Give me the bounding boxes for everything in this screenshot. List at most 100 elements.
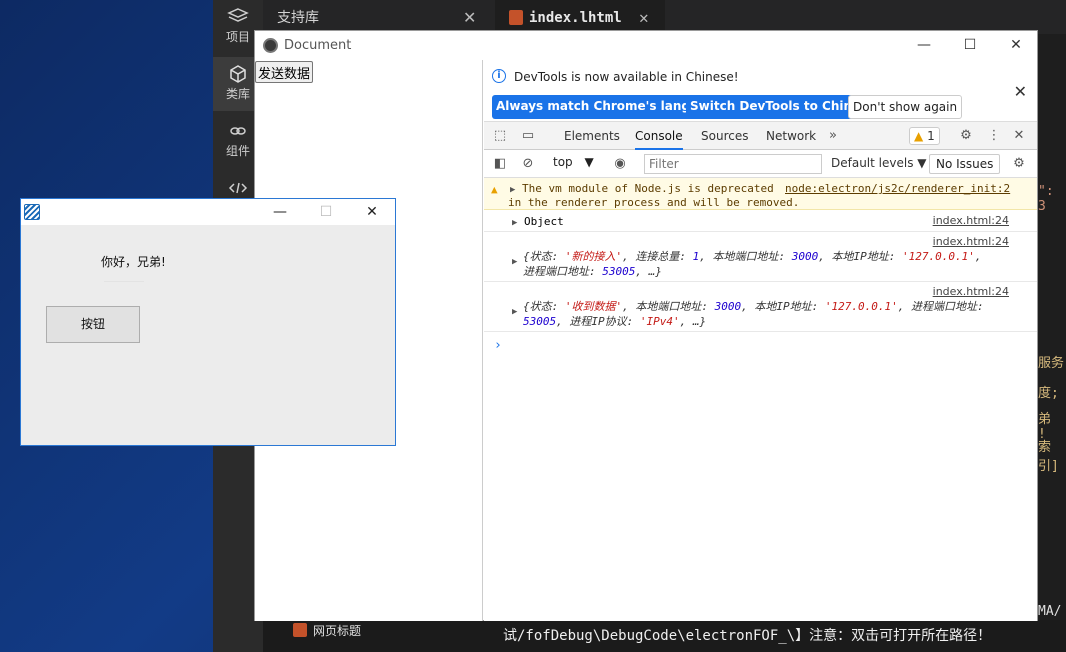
console-settings-icon[interactable]: ⚙ [1011, 156, 1027, 172]
tab-network[interactable]: Network [766, 122, 816, 150]
source-link[interactable]: index.html:24 [933, 214, 1009, 227]
warning-icon: ▲ [491, 183, 498, 196]
log-key: , 本地IP地址: [818, 250, 902, 263]
ide-tabbar: 支持库 ✕ index.lhtml ✕ [263, 0, 1066, 34]
log-key: , 本地端口地址: [699, 250, 792, 263]
close-button[interactable]: ✕ [349, 199, 395, 225]
log-key: , …} [679, 315, 707, 328]
log-string: '127.0.0.1' [902, 250, 975, 263]
minimize-button[interactable]: — [901, 31, 947, 60]
devtools-language-banner: i DevTools is now available in Chinese! … [484, 60, 1037, 122]
banner-text: DevTools is now available in Chinese! [514, 70, 739, 84]
device-toolbar-icon[interactable]: ▭ [520, 128, 536, 144]
log-key: {状态: [523, 250, 565, 263]
inspect-element-icon[interactable]: ⬚ [492, 128, 508, 144]
electron-app-icon [263, 38, 278, 53]
console-filter-input[interactable] [644, 154, 822, 174]
log-key: , 进程端口地址: [897, 300, 984, 313]
object-label: Object [524, 215, 564, 228]
console-prompt[interactable]: › [494, 338, 502, 353]
native-dialog-window: — ☐ ✕ 你好，兄弟! 按钮 [20, 198, 396, 446]
levels-label: Default levels [831, 156, 914, 170]
log-number: 53005 [602, 265, 636, 278]
divider [104, 281, 144, 282]
close-devtools-icon[interactable]: ✕ [1011, 128, 1027, 144]
code-fragment: 服务 [1038, 356, 1065, 371]
log-levels-dropdown[interactable]: Default levels ▼ [831, 156, 927, 170]
tab-elements[interactable]: Elements [564, 122, 620, 150]
settings-icon[interactable]: ⚙ [958, 128, 974, 144]
html-file-icon [509, 10, 523, 25]
log-key: , …} [635, 265, 662, 278]
source-link[interactable]: index.html:24 [933, 235, 1009, 248]
maximize-button[interactable]: ☐ [947, 31, 993, 60]
log-key: , 进程IP协议: [556, 315, 640, 328]
log-string: '127.0.0.1' [824, 300, 898, 313]
minimize-button[interactable]: — [257, 199, 303, 225]
more-options-icon[interactable]: ⋮ [986, 128, 1002, 144]
devtools-panel: i DevTools is now available in Chinese! … [484, 60, 1037, 621]
tab-label: index.lhtml [529, 10, 622, 26]
warning-icon: ▲ [914, 129, 924, 143]
log-number: 3000 [714, 300, 742, 313]
tab-support-library[interactable]: 支持库 ✕ [263, 0, 493, 34]
maximize-button: ☐ [319, 204, 333, 220]
console-toolbar: ◧ ⊘ top ▼ ◉ Default levels ▼ No Issues ⚙ [484, 150, 1037, 178]
console-warning-message[interactable]: ▲ ▶ The vm module of Node.js is deprecat… [484, 178, 1037, 210]
eye-icon[interactable]: ◉ [612, 156, 628, 172]
warning-count: 1 [927, 129, 935, 143]
console-log-message[interactable]: index.html:24 ▶ {状态: '新的接入', 连接总量: 1, 本地… [484, 232, 1037, 282]
cube-icon [230, 65, 246, 83]
expand-arrow-icon[interactable]: ▶ [512, 307, 517, 317]
sidebar-item-label: 组件 [225, 144, 250, 158]
tree-item-page-title[interactable]: 网页标题 [293, 622, 361, 639]
issues-button[interactable]: No Issues [929, 154, 1001, 174]
code-fragment: MA/ [1038, 604, 1062, 619]
expand-arrow-icon[interactable]: ▶ [510, 185, 515, 195]
log-object-preview: {状态: '新的接入', 连接总量: 1, 本地端口地址: 3000, 本地IP… [523, 249, 1013, 279]
log-key: , 连接总量: [622, 250, 693, 263]
code-fragment: ": 3 [1038, 184, 1054, 214]
console-output: ▲ ▶ The vm module of Node.js is deprecat… [484, 178, 1037, 621]
tree-item-label: 网页标题 [313, 624, 362, 638]
tab-label: 支持库 [277, 10, 319, 26]
ide-console-output: 试/fofDebug\DebugCode\electronFOF_\】注意：双击… [503, 628, 992, 644]
tab-console[interactable]: Console [635, 122, 683, 150]
title-bar: — ☐ ✕ [21, 199, 395, 225]
tab-sources[interactable]: Sources [701, 122, 748, 150]
warning-count-badge[interactable]: ▲ 1 [909, 127, 940, 145]
close-button[interactable]: ✕ [993, 31, 1039, 60]
devtools-tabbar: ⬚ ▭ Elements Console Sources Network » ▲… [484, 122, 1037, 150]
warning-text-continued: in the renderer process and will be remo… [508, 196, 800, 209]
expand-arrow-icon[interactable]: ▶ [512, 257, 517, 267]
link-icon [230, 127, 246, 135]
log-key: , 本地端口地址: [622, 300, 715, 313]
sidebar-toggle-icon[interactable]: ◧ [492, 156, 508, 172]
html-file-icon [293, 623, 307, 637]
warning-source-link[interactable]: node:electron/js2c/renderer_init:2 [785, 182, 1010, 195]
expand-arrow-icon[interactable]: ▶ [512, 218, 517, 228]
close-icon[interactable]: ✕ [1014, 82, 1027, 101]
context-selector[interactable]: top ▼ [553, 155, 594, 169]
dont-show-again-button[interactable]: Don't show again [848, 95, 963, 119]
more-tabs-icon[interactable]: » [825, 128, 841, 144]
log-key: {状态: [523, 300, 565, 313]
chevron-down-icon: ▼ [584, 155, 594, 169]
source-link[interactable]: index.html:24 [933, 285, 1009, 298]
console-log-message[interactable]: index.html:24 ▶ {状态: '收到数据', 本地端口地址: 300… [484, 282, 1037, 332]
log-string: 'IPv4' [639, 315, 680, 328]
log-number: 53005 [523, 315, 557, 328]
app-icon [24, 204, 40, 220]
send-data-button[interactable]: 发送数据 [255, 61, 314, 83]
tab-index-lhtml[interactable]: index.lhtml ✕ [495, 0, 665, 34]
greeting-label: 你好，兄弟! [101, 255, 166, 269]
warning-text: The vm module of Node.js is deprecated [522, 182, 774, 195]
log-key: , [974, 250, 982, 263]
title-bar: Document — ☐ ✕ [255, 31, 1037, 60]
console-log-message[interactable]: ▶ Object index.html:24 [484, 210, 1037, 232]
clear-console-icon[interactable]: ⊘ [520, 156, 536, 172]
log-object-preview: {状态: '收到数据', 本地端口地址: 3000, 本地IP地址: '127.… [523, 299, 1013, 329]
log-key: , 本地IP地址: [741, 300, 825, 313]
action-button[interactable]: 按钮 [46, 306, 140, 343]
code-icon [228, 182, 248, 194]
